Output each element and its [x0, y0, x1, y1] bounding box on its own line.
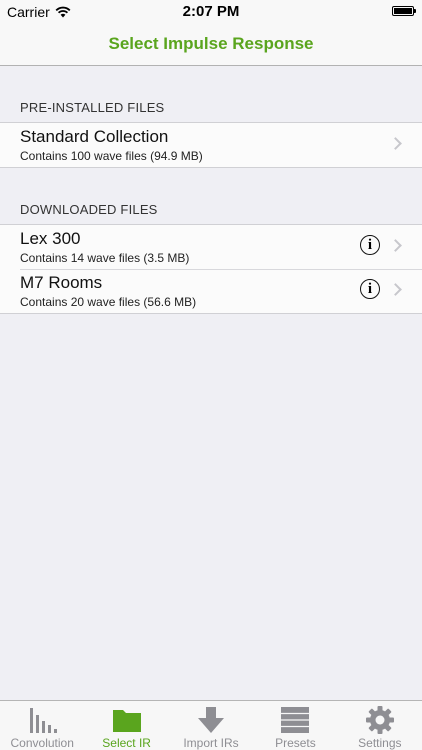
status-bar: Carrier 2:07 PM — [0, 0, 422, 22]
navigation-bar: Select Impulse Response — [0, 22, 422, 66]
chevron-right-icon — [389, 283, 402, 296]
list-item-title: Standard Collection — [20, 127, 169, 146]
folder-icon — [112, 710, 141, 732]
battery-icon — [392, 6, 416, 16]
info-icon[interactable]: i — [360, 235, 380, 255]
tab-label: Presets — [275, 736, 316, 750]
list-item-title: Lex 300 — [20, 229, 81, 248]
tab-import-irs[interactable]: Import IRs — [169, 701, 253, 750]
info-icon[interactable]: i — [360, 279, 380, 299]
page-title: Select Impulse Response — [108, 34, 314, 53]
file-list: PRE-INSTALLED FILES Standard Collection … — [0, 66, 422, 314]
chevron-right-icon — [389, 137, 402, 150]
downloaded-group: Lex 300 Contains 14 wave files (3.5 MB) … — [0, 224, 422, 314]
tab-label: Import IRs — [183, 736, 239, 750]
bar-chart-icon — [30, 708, 58, 733]
tab-bar: Convolution Select IR Import IRs Presets — [0, 700, 422, 750]
list-item-title: M7 Rooms — [20, 273, 103, 292]
list-item-subtitle: Contains 14 wave files (3.5 MB) — [20, 251, 190, 265]
gear-icon — [365, 706, 394, 734]
tab-convolution[interactable]: Convolution — [0, 701, 84, 750]
tab-settings[interactable]: Settings — [338, 701, 422, 750]
preinstalled-group: Standard Collection Contains 100 wave fi… — [0, 122, 422, 168]
list-item-subtitle: Contains 100 wave files (94.9 MB) — [20, 149, 203, 163]
section-header-downloaded: DOWNLOADED FILES — [20, 202, 158, 217]
tab-select-ir[interactable]: Select IR — [84, 701, 168, 750]
tab-label: Convolution — [10, 736, 74, 750]
download-arrow-icon — [198, 707, 225, 733]
tab-label: Select IR — [102, 736, 151, 750]
list-item-subtitle: Contains 20 wave files (56.6 MB) — [20, 295, 197, 309]
list-item-lex-300[interactable]: Lex 300 Contains 14 wave files (3.5 MB) … — [0, 225, 422, 269]
tab-label: Settings — [358, 736, 402, 750]
chevron-right-icon — [389, 239, 402, 252]
status-time: 2:07 PM — [182, 3, 240, 20]
list-item-standard-collection[interactable]: Standard Collection Contains 100 wave fi… — [0, 123, 422, 167]
list-icon — [281, 707, 310, 733]
section-header-preinstalled: PRE-INSTALLED FILES — [20, 100, 165, 115]
list-item-m7-rooms[interactable]: M7 Rooms Contains 20 wave files (56.6 MB… — [0, 269, 422, 313]
tab-presets[interactable]: Presets — [253, 701, 337, 750]
